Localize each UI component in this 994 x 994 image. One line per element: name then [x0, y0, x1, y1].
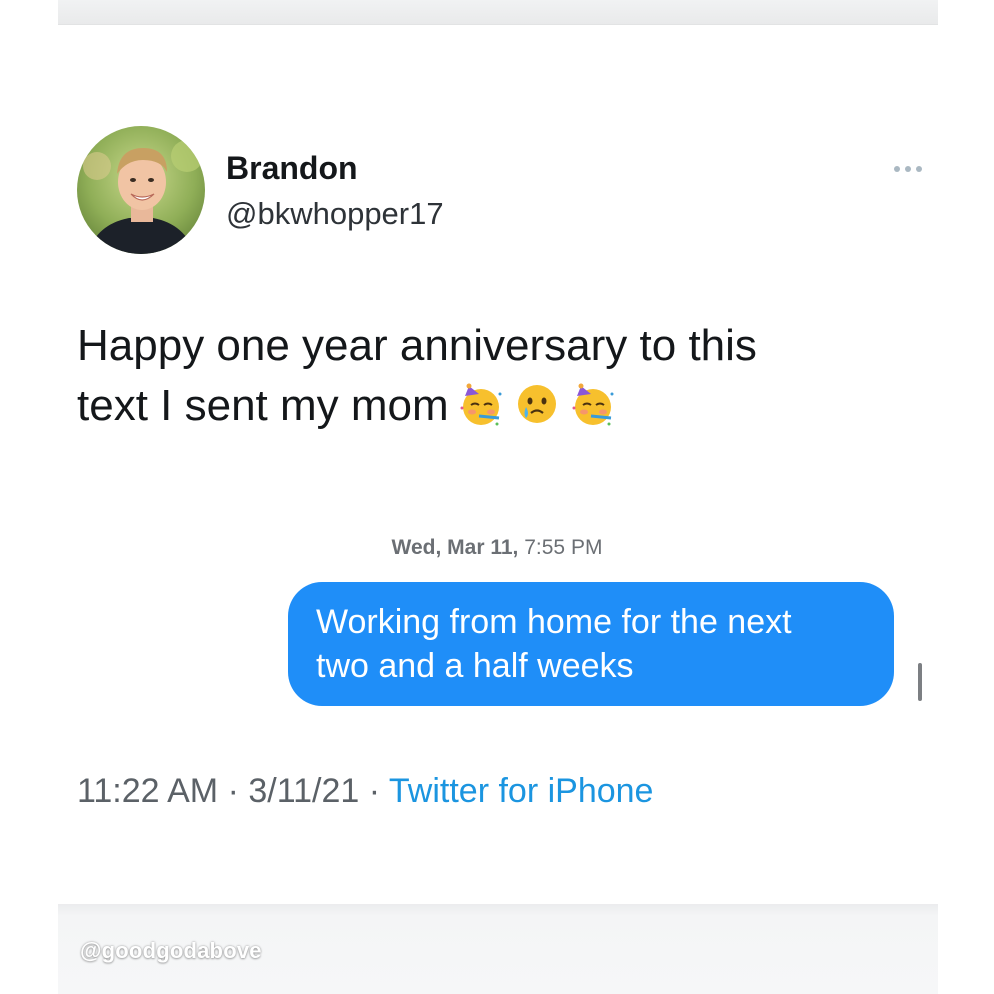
tweet-text-segment: text I sent my mom [77, 381, 449, 430]
tweet-text-line: Happy one year anniversary to this [77, 321, 757, 370]
tweet-screenshot: Brandon @bkwhopper17 Happy one year anni… [0, 0, 994, 994]
message-timestamp-time: 7:55 PM [524, 536, 603, 559]
message-text-line: Working from home for the next [316, 603, 792, 641]
partying-face-emoji-icon [457, 380, 505, 428]
footer-separator: · [359, 772, 389, 810]
message-timestamp: Wed, Mar 11, 7:55 PM [0, 536, 994, 560]
display-name[interactable]: Brandon [226, 150, 358, 187]
tweet-time[interactable]: 11:22 AM [77, 772, 218, 810]
tweet-footer: 11:22 AM · 3/11/21 · Twitter for iPhone [77, 772, 653, 811]
avatar[interactable] [77, 126, 205, 254]
tweet-text-line: text I sent my mom [77, 376, 917, 436]
message-text-line: two and a half weeks [316, 647, 634, 685]
top-divider [58, 0, 938, 25]
user-handle[interactable]: @bkwhopper17 [226, 196, 444, 232]
sent-message-bubble: Working from home for the next two and a… [288, 582, 894, 706]
tweet-text: Happy one year anniversary to this text … [77, 316, 917, 436]
tweet-source-link[interactable]: Twitter for iPhone [389, 772, 654, 810]
tweet-date[interactable]: 3/11/21 [248, 772, 359, 810]
crying-face-emoji-icon [513, 380, 561, 428]
avatar-photo [77, 126, 205, 254]
footer-separator: · [218, 772, 249, 810]
message-timestamp-day: Wed, Mar 11, [391, 536, 519, 559]
more-options-icon[interactable] [890, 160, 930, 178]
scroll-indicator [918, 663, 922, 701]
partying-face-emoji-icon [569, 380, 617, 428]
watermark: @goodgodabove [80, 938, 262, 963]
